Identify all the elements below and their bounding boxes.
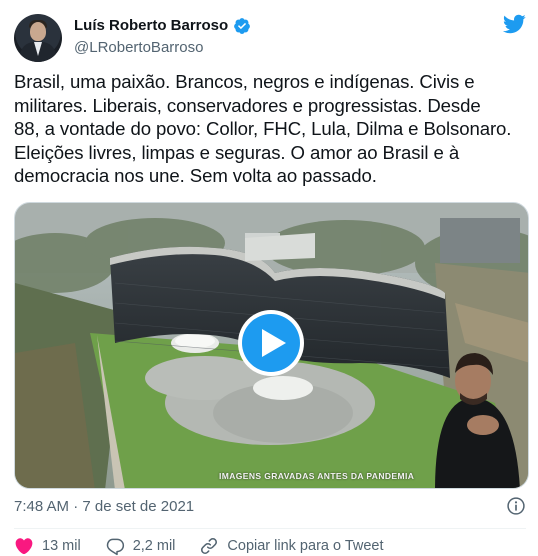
tweet-card: Luís Roberto Barroso @LRobertoBarroso Br…: [0, 0, 538, 556]
tweet-meta: 7:48 AM · 7 de set de 2021: [14, 494, 526, 518]
author-info[interactable]: Luís Roberto Barroso @LRobertoBarroso: [74, 16, 251, 58]
info-icon[interactable]: [506, 496, 526, 516]
handle[interactable]: @LRobertoBarroso: [74, 38, 251, 58]
tweet-text-line: Eleições livres, limpas e seguras. O amo…: [14, 141, 460, 163]
tweet-header: Luís Roberto Barroso @LRobertoBarroso: [14, 12, 526, 62]
copy-link-button[interactable]: Copiar link para o Tweet: [199, 536, 384, 556]
play-icon: [261, 329, 286, 357]
reply-bubble-icon: [106, 538, 124, 556]
tweet-text-line: Brasil, uma paixão. Brancos, negros e in…: [14, 71, 475, 92]
play-button[interactable]: [242, 314, 300, 372]
avatar[interactable]: [14, 14, 62, 62]
verified-badge-icon: [234, 18, 251, 34]
tweet-text: Brasil, uma paixão. Brancos, negros e in…: [14, 70, 526, 188]
link-icon: [201, 538, 218, 554]
like-button[interactable]: 13 mil: [14, 536, 81, 556]
timestamp[interactable]: 7:48 AM · 7 de set de 2021: [14, 498, 194, 515]
display-name[interactable]: Luís Roberto Barroso: [74, 16, 228, 36]
divider: [14, 528, 526, 529]
reply-count: 2,2 mil: [132, 538, 176, 554]
video-caption: Imagens gravadas antes da pandemia: [219, 471, 415, 481]
video-player[interactable]: Imagens gravadas antes da pandemia: [14, 202, 529, 489]
tweet-text-line: democracia nos une. Sem volta ao passado…: [14, 165, 377, 187]
reply-button[interactable]: 2,2 mil: [105, 536, 176, 556]
twitter-bird-icon[interactable]: [502, 12, 526, 36]
like-count: 13 mil: [42, 538, 81, 554]
copy-link-label: Copiar link para o Tweet: [227, 538, 384, 554]
action-bar: 13 mil 2,2 mil Copiar link para o Tweet: [14, 534, 526, 556]
tweet-text-line: militares. Liberais, conservadores e pro…: [14, 94, 481, 116]
heart-icon: [15, 538, 33, 555]
tweet-text-line: 88, a vontade do povo: Collor, FHC, Lula…: [14, 118, 512, 140]
